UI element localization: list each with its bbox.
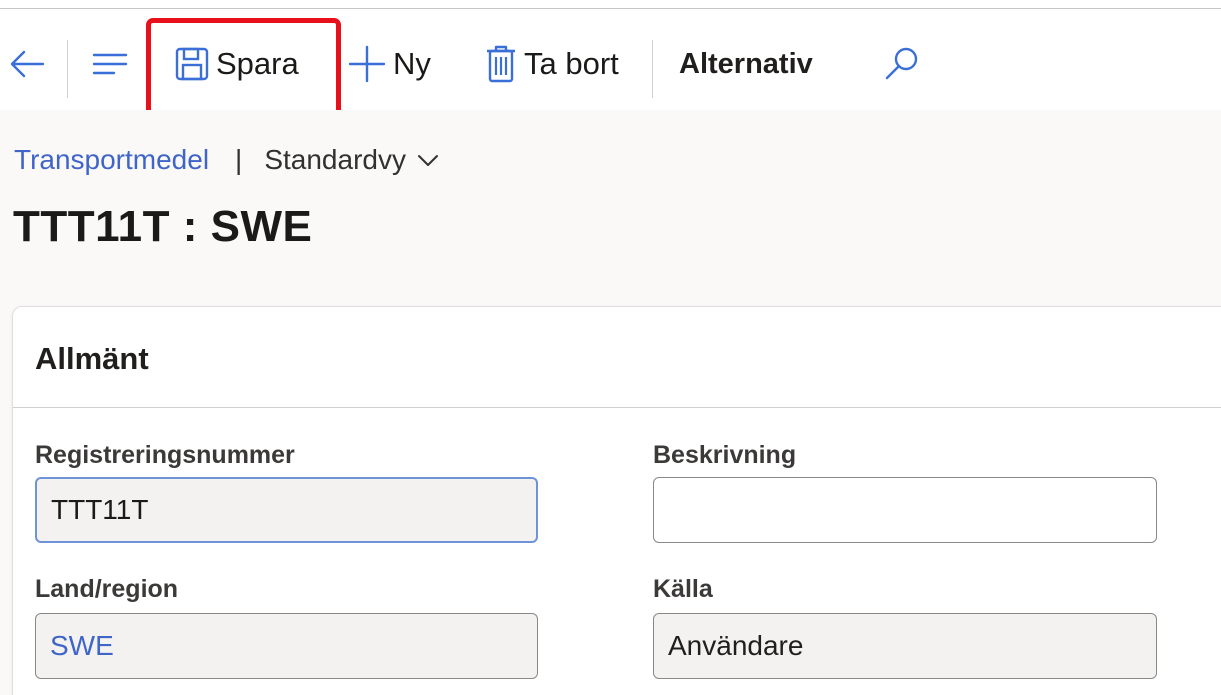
main-content: Transportmedel | Standardvy TTT11T : SWE… bbox=[0, 110, 1221, 695]
registration-number-field[interactable]: TTT11T bbox=[35, 477, 538, 543]
view-selector[interactable]: Standardvy bbox=[264, 144, 440, 176]
new-button[interactable]: Ny bbox=[347, 42, 431, 86]
options-button[interactable]: Alternativ bbox=[679, 42, 813, 86]
view-selector-label: Standardvy bbox=[264, 144, 406, 175]
registration-number-label: Registreringsnummer bbox=[35, 441, 295, 469]
hamburger-menu-icon bbox=[92, 53, 128, 75]
source-field: Användare bbox=[653, 613, 1157, 679]
country-region-field[interactable]: SWE bbox=[35, 613, 538, 679]
trash-icon bbox=[484, 44, 518, 84]
source-value: Användare bbox=[668, 630, 804, 661]
search-button[interactable] bbox=[882, 42, 922, 86]
plus-icon bbox=[347, 44, 387, 84]
new-button-label: Ny bbox=[393, 46, 431, 81]
page: Spara Ny Ta bort Alternativ Transportmed… bbox=[0, 0, 1221, 695]
country-region-label: Land/region bbox=[35, 575, 179, 603]
general-fasttab: Allmänt Registreringsnummer TTT11T Beskr… bbox=[12, 306, 1221, 695]
chevron-down-icon bbox=[416, 152, 440, 168]
options-button-label: Alternativ bbox=[679, 47, 813, 80]
toolbar-divider bbox=[652, 40, 653, 98]
toolbar-divider bbox=[67, 40, 68, 98]
save-button[interactable]: Spara bbox=[174, 42, 299, 86]
action-pane: Spara Ny Ta bort Alternativ bbox=[0, 12, 1221, 124]
breadcrumb: Transportmedel | Standardvy bbox=[14, 144, 440, 176]
fasttab-title: Allmänt bbox=[35, 341, 149, 376]
breadcrumb-link[interactable]: Transportmedel bbox=[14, 144, 209, 176]
registration-number-value: TTT11T bbox=[51, 494, 149, 525]
description-label: Beskrivning bbox=[653, 441, 797, 469]
country-region-value[interactable]: SWE bbox=[50, 630, 114, 662]
menu-button[interactable] bbox=[84, 44, 136, 84]
back-button[interactable] bbox=[4, 44, 50, 84]
top-divider bbox=[0, 8, 1221, 9]
delete-button[interactable]: Ta bort bbox=[484, 42, 619, 86]
fasttab-header[interactable]: Allmänt bbox=[13, 307, 1221, 408]
breadcrumb-divider: | bbox=[235, 144, 243, 175]
arrow-left-icon bbox=[10, 50, 45, 78]
description-field[interactable] bbox=[653, 477, 1157, 543]
page-title: TTT11T : SWE bbox=[13, 202, 313, 251]
delete-button-label: Ta bort bbox=[524, 46, 619, 81]
save-button-label: Spara bbox=[216, 46, 299, 81]
source-label: Källa bbox=[653, 575, 713, 603]
save-disk-icon bbox=[174, 46, 210, 82]
search-icon bbox=[885, 47, 918, 80]
